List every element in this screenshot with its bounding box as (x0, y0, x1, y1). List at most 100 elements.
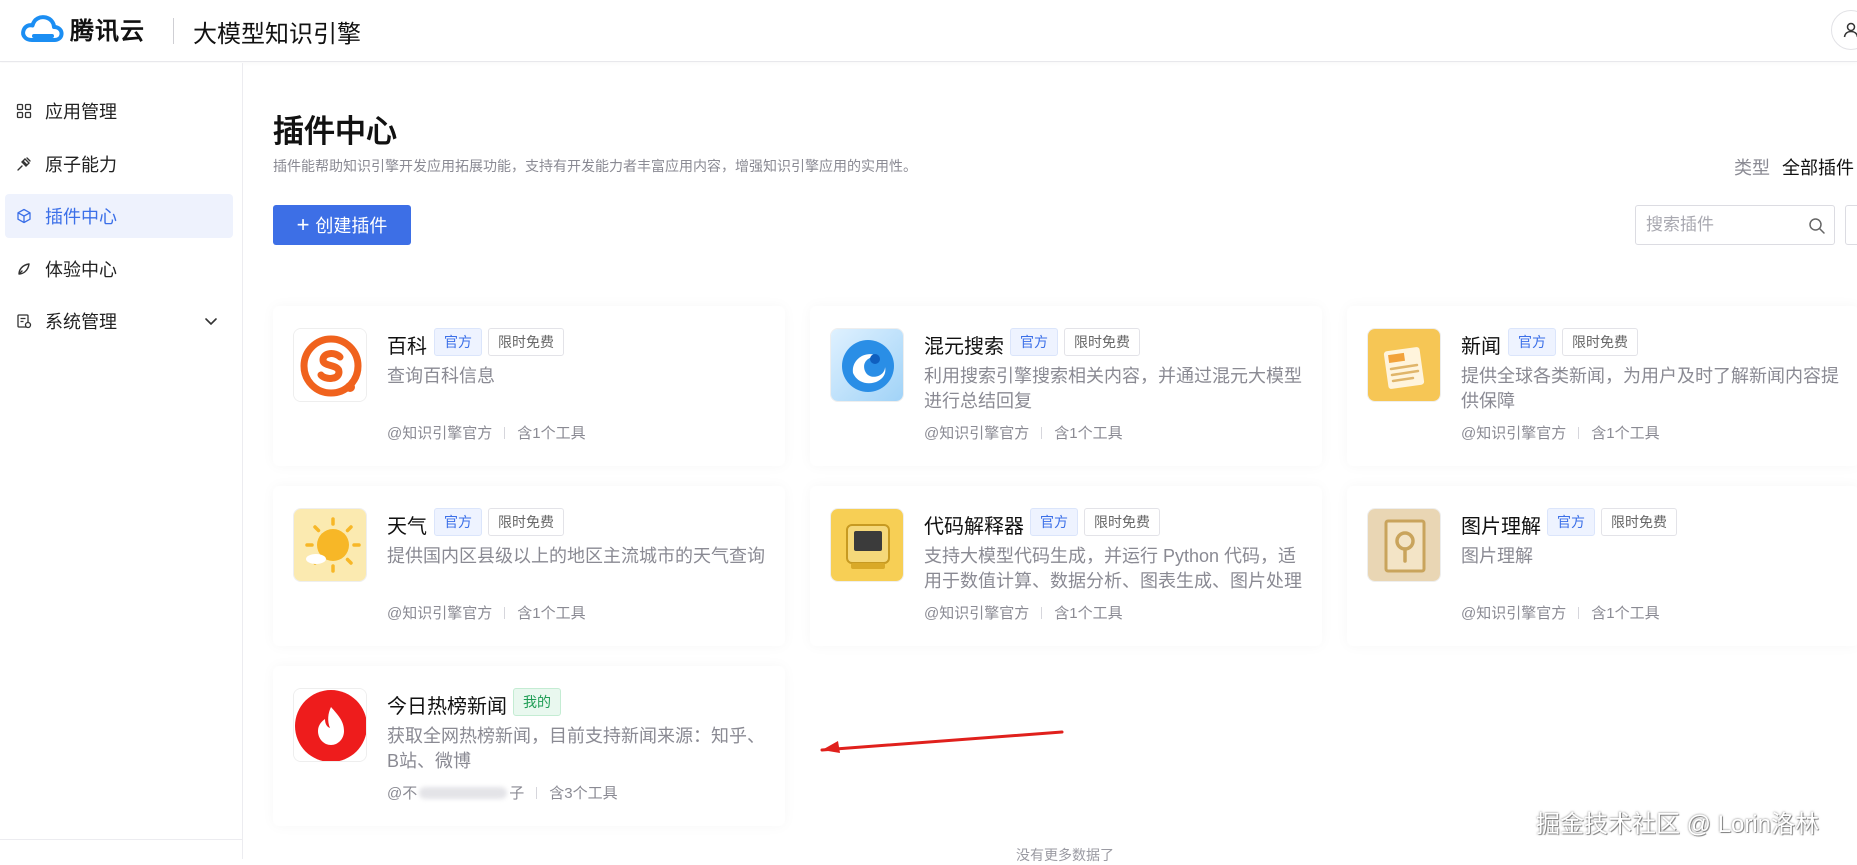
type-filter-select[interactable]: 全部插件 (1782, 154, 1854, 180)
meta-divider (1041, 426, 1043, 439)
sidebar-item-system-management[interactable]: 系统管理 (5, 299, 233, 343)
search-icon[interactable] (1808, 217, 1826, 235)
meta-divider (1041, 606, 1043, 619)
search-input[interactable] (1646, 215, 1806, 235)
news-plugin-icon (1367, 328, 1441, 402)
plugin-author: @知识引擎官方 (1461, 425, 1567, 442)
plugin-author: @知识引擎官方 (924, 605, 1030, 622)
cube-icon (15, 207, 33, 225)
hot-flame-icon (293, 688, 367, 762)
plugin-tool-count: 含1个工具 (1054, 425, 1123, 442)
sidebar-item-label: 原子能力 (45, 155, 117, 175)
grid-icon (15, 102, 33, 120)
plugin-name: 百科 (387, 336, 427, 358)
plugin-author-suffix: 子 (509, 785, 525, 802)
plus-icon: + (296, 212, 310, 237)
magnifier-frame-icon (1367, 508, 1441, 582)
free-badge: 限时免费 (488, 508, 564, 536)
sidebar-item-label: 体验中心 (45, 260, 117, 280)
sidebar-item-label: 系统管理 (45, 312, 117, 332)
user-avatar-button[interactable] (1831, 10, 1857, 50)
plugin-tool-count: 含1个工具 (517, 425, 586, 442)
plugin-tool-count: 含1个工具 (517, 605, 586, 622)
official-badge: 官方 (434, 508, 482, 536)
plugin-description: 提供国内区县级以上的地区主流城市的天气查询 (387, 546, 765, 566)
plugin-card-image-understanding[interactable]: 图片理解 官方 限时免费 图片理解 @知识引擎官方 含1个工具 (1347, 486, 1857, 646)
plugin-meta: @知识引擎官方 含1个工具 (387, 422, 586, 443)
official-badge: 官方 (1030, 508, 1078, 536)
meta-divider (504, 426, 506, 439)
plugin-name: 天气 (387, 516, 427, 538)
plugin-tags: 我的 (513, 688, 567, 716)
weather-sun-icon (293, 508, 367, 582)
meta-divider (504, 606, 506, 619)
hunyuan-search-icon (830, 328, 904, 402)
page-description: 插件能帮助知识引擎开发应用拓展功能，支持有开发能力者丰富应用内容，增强知识引擎应… (273, 158, 917, 174)
official-badge: 官方 (1508, 328, 1556, 356)
header-divider (173, 18, 174, 44)
chevron-down-icon[interactable] (203, 313, 219, 329)
plugin-author: @知识引擎官方 (387, 605, 493, 622)
sidebar: 应用管理 原子能力 插件中心 体验中心 系统管理 (0, 63, 243, 859)
redacted-author (419, 786, 508, 799)
plugin-card-news[interactable]: 新闻 官方 限时免费 提供全球各类新闻，为用户及时了解新闻内容提供保障 @知识引… (1347, 306, 1857, 466)
sidebar-item-label: 应用管理 (45, 102, 117, 122)
plugin-tags: 官方 限时免费 (434, 508, 570, 536)
plugin-card-hot-news[interactable]: 今日热榜新闻 我的 获取全网热榜新闻，目前支持新闻来源：知乎、B站、微博 @不 … (273, 666, 785, 826)
meta-divider (536, 786, 538, 799)
no-more-data: 没有更多数据了 (1016, 847, 1114, 863)
free-badge: 限时免费 (488, 328, 564, 356)
refresh-button[interactable] (1845, 205, 1857, 245)
search-box (1635, 205, 1835, 245)
sidebar-item-atomic-capability[interactable]: 原子能力 (5, 142, 233, 186)
plugin-tags: 官方 限时免费 (1547, 508, 1683, 536)
watermark: 掘金技术社区 @ Lorin洛林 (1536, 811, 1820, 838)
plugin-tags: 官方 限时免费 (1010, 328, 1146, 356)
plugin-tool-count: 含1个工具 (1591, 425, 1660, 442)
plugin-description: 图片理解 (1461, 546, 1533, 566)
plugin-name: 今日热榜新闻 (387, 696, 507, 718)
plugin-author: @知识引擎官方 (387, 425, 493, 442)
user-icon (1843, 22, 1857, 38)
type-filter-label: 类型 (1734, 158, 1770, 178)
top-bar: 腾讯云 大模型知识引擎 (0, 0, 1857, 62)
free-badge: 限时免费 (1084, 508, 1160, 536)
create-plugin-button[interactable]: + 创建插件 (273, 205, 411, 245)
free-badge: 限时免费 (1064, 328, 1140, 356)
settings-doc-icon (15, 312, 33, 330)
meta-divider (1578, 606, 1580, 619)
sidebar-item-experience-center[interactable]: 体验中心 (5, 247, 233, 291)
plugin-author-prefix: @不 (387, 785, 418, 802)
meta-divider (1578, 426, 1580, 439)
sidebar-item-app-management[interactable]: 应用管理 (5, 89, 233, 133)
cloud-logo-icon (21, 14, 64, 42)
plugin-tags: 官方 限时免费 (1508, 328, 1644, 356)
sidebar-item-label: 插件中心 (45, 207, 117, 227)
plugin-card-baike[interactable]: 百科 官方 限时免费 查询百科信息 @知识引擎官方 含1个工具 (273, 306, 785, 466)
plugin-meta: @知识引擎官方 含1个工具 (1461, 422, 1660, 443)
computer-icon (830, 508, 904, 582)
plugin-meta: @知识引擎官方 含1个工具 (924, 602, 1123, 623)
plugin-meta: @知识引擎官方 含1个工具 (387, 602, 586, 623)
plugin-tags: 官方 限时免费 (434, 328, 570, 356)
plugin-card-weather[interactable]: 天气 官方 限时免费 提供国内区县级以上的地区主流城市的天气查询 @知识引擎官方… (273, 486, 785, 646)
sidebar-divider (0, 839, 243, 840)
annotation-arrow (820, 730, 1064, 753)
plugin-description: 获取全网热榜新闻，目前支持新闻来源：知乎、B站、微博 (387, 726, 765, 771)
page-title: 插件中心 (273, 114, 397, 149)
plugin-name: 图片理解 (1461, 516, 1541, 538)
plugin-card-code-interpreter[interactable]: 代码解释器 官方 限时免费 支持大模型代码生成，并运行 Python 代码，适用… (810, 486, 1322, 646)
plugin-tool-count: 含1个工具 (1054, 605, 1123, 622)
rocket-icon (15, 260, 33, 278)
plugin-description: 查询百科信息 (387, 366, 495, 386)
free-badge: 限时免费 (1601, 508, 1677, 536)
official-badge: 官方 (434, 328, 482, 356)
plugin-meta: @不 子 含3个工具 (387, 782, 618, 803)
plugin-card-hunyuan-search[interactable]: 混元搜索 官方 限时免费 利用搜索引擎搜索相关内容，并通过混元大模型进行总结回复… (810, 306, 1322, 466)
sidebar-item-plugin-center[interactable]: 插件中心 (5, 194, 233, 238)
tencent-cloud-logo[interactable]: 腾讯云 (20, 11, 145, 46)
plugin-author: @知识引擎官方 (1461, 605, 1567, 622)
logo-text: 腾讯云 (70, 18, 145, 45)
official-badge: 官方 (1010, 328, 1058, 356)
official-badge: 官方 (1547, 508, 1595, 536)
